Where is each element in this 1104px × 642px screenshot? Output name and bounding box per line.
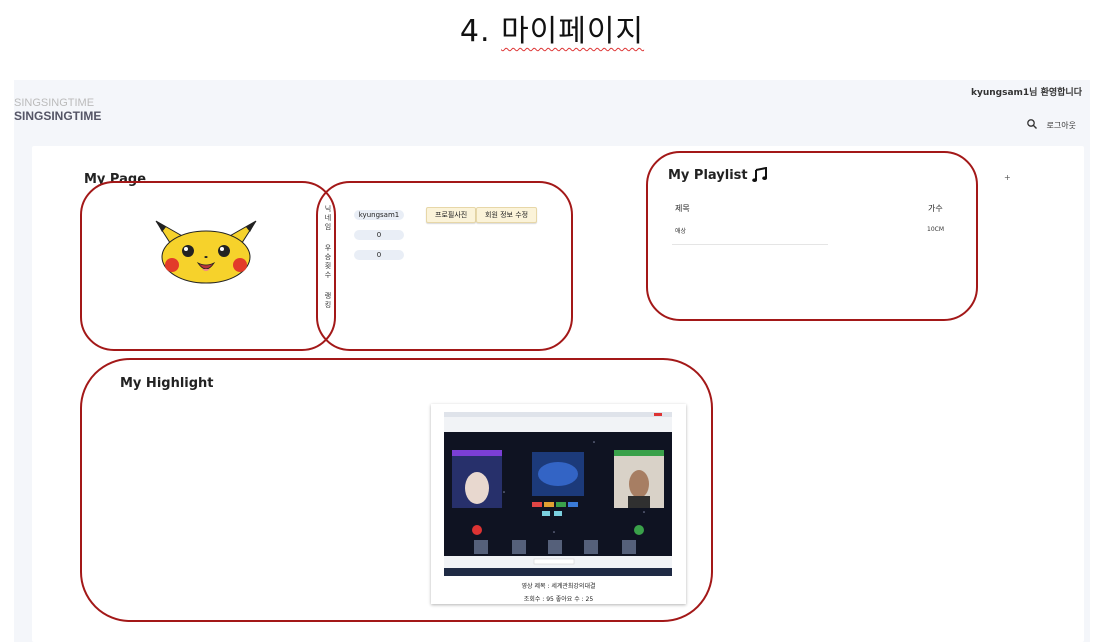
info-labels: 닉 네 임 우 승 횟 수 랭 킹 [321, 205, 335, 310]
slide-number: 4. [459, 14, 491, 49]
wins-value: 0 [354, 230, 404, 240]
label-char: 킹 [324, 301, 332, 309]
label-char: 우 [324, 244, 332, 252]
add-playlist-button[interactable]: + [1004, 173, 1011, 182]
slide-title: 4. 마이페이지 [0, 6, 1104, 50]
mypage-title: My Page [84, 172, 147, 187]
playlist-header: My Playlist [668, 167, 768, 183]
playlist-col-title: 제목 [675, 204, 690, 213]
rank-value: 0 [354, 250, 404, 260]
label-char: 수 [324, 271, 332, 279]
nickname-value: kyungsam1 [354, 210, 404, 220]
highlight-title: My Highlight [120, 376, 214, 391]
logout-link[interactable]: 로그아웃 [1047, 120, 1076, 131]
edit-profile-button[interactable]: 회원 정보 수정 [476, 207, 538, 223]
label-char: 임 [324, 223, 332, 231]
playlist-row-singer: 10CM [927, 226, 945, 233]
label-char: 횟 [324, 262, 332, 270]
logo-top: SINGSINGTIME [14, 97, 95, 109]
logo[interactable]: SINGSINGTIME SINGSINGTIME [14, 97, 102, 128]
profile-photo-button[interactable]: 프로필사진 [426, 207, 477, 223]
search-icon[interactable] [1026, 118, 1038, 130]
label-char: 랭 [324, 292, 332, 300]
playlist-title: My Playlist [668, 167, 748, 183]
highlight-video-card[interactable]: 영상 제목 : 세계관최강의대결 조회수 : 95 좋아요 수 : 25 [431, 404, 686, 604]
slide-heading: 마이페이지 [501, 14, 645, 49]
label-char: 네 [324, 214, 332, 222]
playlist-row-title[interactable]: 애상 [675, 226, 686, 235]
playlist-col-singer: 가수 [928, 204, 943, 213]
label-char: 승 [324, 253, 332, 261]
logo-bottom: SINGSINGTIME [14, 109, 102, 123]
profile-avatar [155, 220, 257, 284]
welcome-text: kyungsam1님 환영합니다 [971, 88, 1082, 98]
video-thumbnail[interactable] [444, 412, 672, 576]
video-title: 영상 제목 : 세계관최강의대결 [521, 583, 596, 590]
music-note-icon [751, 167, 767, 182]
playlist-divider [672, 244, 828, 245]
label-char: 닉 [324, 205, 332, 213]
video-stats: 조회수 : 95 좋아요 수 : 25 [523, 596, 594, 603]
